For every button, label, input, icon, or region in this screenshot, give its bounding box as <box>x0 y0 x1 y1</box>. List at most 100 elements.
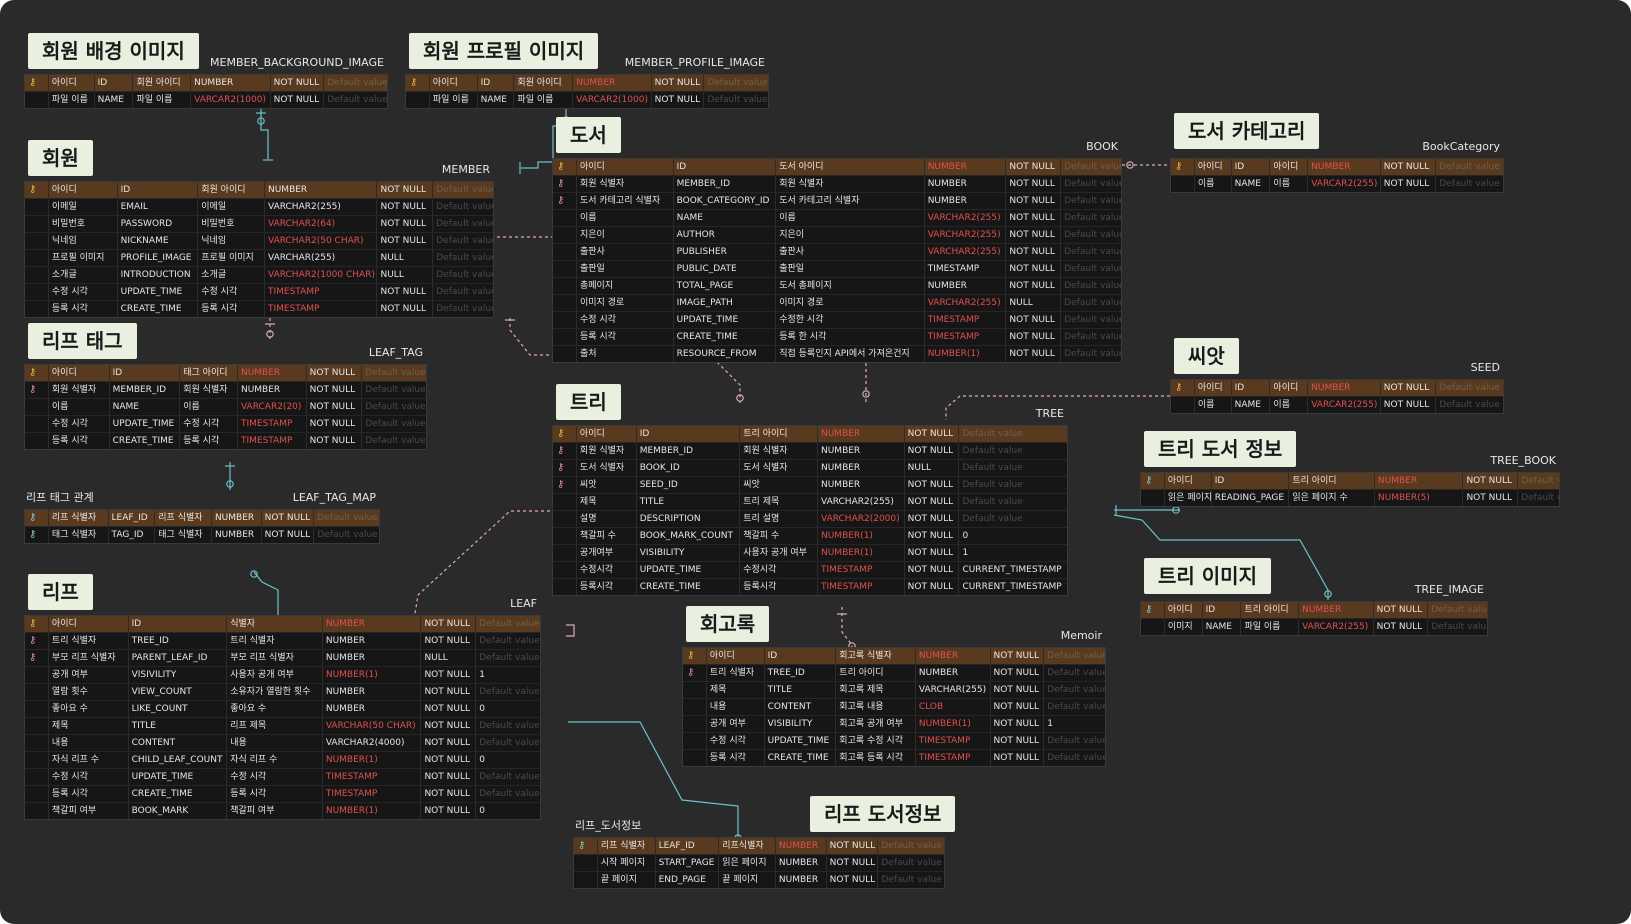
column-row[interactable]: 열람 횟수 VIEW_COUNT 소유자가 열람한 횟수 NUMBER NOT NULL… <box>25 683 540 700</box>
column-row[interactable]: 시작 페이지 START_PAGE 읽은 페이지 NUMBER NOT NULL Defa… <box>574 854 944 871</box>
column-row[interactable]: 이름 NAME 이름 VARCAR2(255) NOT NULL Default valu… <box>1171 396 1503 413</box>
column-row[interactable]: 출판일 PUBLIC_DATE 출판일 TIMESTAMP NOT NULL Defaul… <box>553 260 1121 277</box>
entity-label: 씨앗 <box>1174 338 1239 374</box>
column-row[interactable]: 이메일 EMAIL 이메일 VARCHAR2(255) NOT NULL Default … <box>25 198 493 215</box>
column-row[interactable]: 이름 NAME 이름 VARCAR2(20) NOT NULL Default value <box>25 398 426 415</box>
column-row[interactable]: 제목 TITLE 회고록 제목 VARCHAR(255) NOT NULL Default… <box>683 681 1105 698</box>
table-leaf[interactable]: LEAF ⚷ 아이디 ID 식별자 NUMBER NOT NULL Default value… <box>24 593 541 820</box>
cell-logical: 등록 시각 <box>49 786 129 802</box>
primary-foreign-key-icon: ⚷ <box>574 838 598 854</box>
cell-logical: 이미지 <box>1165 619 1203 635</box>
column-row[interactable]: 공개 여부 VISIBILITY 회고록 공개 여부 NUMBER(1) NOT NUL… <box>683 715 1105 732</box>
column-list: ⚷ 아이디 ID 식별자 NUMBER NOT NULL Default value ⚷ 트리 … <box>24 615 541 820</box>
table-book[interactable]: BOOK ⚷ 아이디 ID 도서 아이디 NUMBER NOT NULL Default va… <box>552 136 1122 363</box>
column-row[interactable]: ⚷ 아이디 ID 식별자 NUMBER NOT NULL Default value <box>25 616 540 632</box>
table-leaf-tag-map[interactable]: LEAF_TAG_MAP 리프 태그 관계 ⚷ 리프 식별자 LEAF_ID 리프 식별자… <box>24 487 380 544</box>
column-row[interactable]: 이미지 NAME 파일 이름 VARCAR2(255) NOT NULL Default … <box>1141 618 1487 635</box>
column-row[interactable]: ⚷ 리프 식별자 LEAF_ID 리프식별자 NUMBER NOT NULL Default… <box>574 838 944 854</box>
column-row[interactable]: 이름 NAME 이름 VARCHAR2(255) NOT NULL Default val… <box>553 209 1121 226</box>
column-row[interactable]: 수정시각 UPDATE_TIME 수정시각 TIMESTAMP NOT NULL CURR… <box>553 561 1067 578</box>
column-row[interactable]: 이름 NAME 이름 VARCAR2(255) NOT NULL Default valu… <box>1171 175 1503 192</box>
column-row[interactable]: 이미지 경로 IMAGE_PATH 이미지 경로 VARCHAR2(255) NULL D… <box>553 294 1121 311</box>
column-row[interactable]: ⚷ 아이디 ID 아이디 NUMBER NOT NULL Default value <box>1171 380 1503 396</box>
rel-circle <box>1172 506 1180 514</box>
column-row[interactable]: ⚷ 아이디 ID 아이디 NUMBER NOT NULL Default value <box>1171 159 1503 175</box>
column-row[interactable]: 수정 시각 UPDATE_TIME 수정 시각 TIMESTAMP NOT NULL De… <box>25 283 493 300</box>
column-row[interactable]: ⚷ 트리 식별자 TREE_ID 트리 식별자 NUMBER NOT NULL Defaul… <box>25 632 540 649</box>
column-row[interactable]: 지은이 AUTHOR 지은이 VARCHAR2(255) NOT NULL Default… <box>553 226 1121 243</box>
column-row[interactable]: ⚷ 씨앗 SEED_ID 씨앗 NUMBER NOT NULL Default value <box>553 476 1067 493</box>
column-row[interactable]: 수정 시각 UPDATE_TIME 회고록 수정 시각 TIMESTAMP NOT NU… <box>683 732 1105 749</box>
column-row[interactable]: ⚷ 회원 식별자 MEMBER_ID 회원 식별자 NUMBER NOT NULL Defa… <box>553 442 1067 459</box>
column-row[interactable]: ⚷ 아이디 ID 도서 아이디 NUMBER NOT NULL Default value <box>553 159 1121 175</box>
column-row[interactable]: 수정 시각 UPDATE_TIME 수정 시각 TIMESTAMP NOT NULL De… <box>25 768 540 785</box>
column-row[interactable]: 끝 페이지 END_PAGE 끝 페이지 NUMBER NOT NULL Default … <box>574 871 944 888</box>
column-row[interactable]: 닉네임 NICKNAME 닉네임 VARCHAR2(50 CHAR) NOT NULL D… <box>25 232 493 249</box>
column-row[interactable]: 공개 여부 VISIVILITY 사용자 공개 여부 NUMBER(1) NOT NUL… <box>25 666 540 683</box>
cell-null: NOT NULL <box>905 443 960 459</box>
cell-default: Default value <box>327 95 387 105</box>
column-list: ⚷ 리프 식별자 LEAF_ID 리프 식별자 NUMBER NOT NULL Defaul… <box>24 509 380 544</box>
cell-null: NOT NULL <box>421 633 477 649</box>
empty-icon-slot <box>25 399 49 415</box>
column-row[interactable]: ⚷아이디ID트리 아이디NUMBERNOT NULLDefault value <box>553 426 1067 442</box>
column-row[interactable]: ⚷아이디ID트리 아이디NUMBERNOT NULLDefault value <box>1141 602 1487 618</box>
column-row[interactable]: 책갈피 여부 BOOK_MARK 책갈피 여부 NUMBER(1) NOT NULL 0 <box>25 802 540 819</box>
column-row[interactable]: 소개글 INTRODUCTION 소개글 VARCHAR2(1000 CHAR) NUL… <box>25 266 493 283</box>
column-row[interactable]: 등록 시각 CREATE_TIME 등록 시각 TIMESTAMP NOT NULL De… <box>25 300 493 317</box>
cell-comment: 등록 시각 <box>180 433 238 449</box>
cell-default: Default value <box>1439 400 1500 410</box>
table-physical-name: BOOK <box>1086 140 1118 153</box>
column-row[interactable]: 자식 리프 수 CHILD_LEAF_COUNT 자식 리프 수 NUMBER(1) N… <box>25 751 540 768</box>
column-row[interactable]: ⚷ 도서 카테고리 식별자 BOOK_CATEGORY_ID 도서 카테고리 식별자 N… <box>553 192 1121 209</box>
column-row[interactable]: 프로필 이미지 PROFILE_IMAGE 프로필 이미지 VARCHAR(255) N… <box>25 249 493 266</box>
column-row[interactable]: 읽은 페이지 수READING_PAGE읽은 페이지 수NUMBER(5)NOT… <box>1141 489 1559 506</box>
column-row[interactable]: 파일 이름 NAME 파일 이름 VARCAR2(1000) NOT NULL Defau… <box>406 91 768 108</box>
column-row[interactable]: 내용 CONTENT 회고록 내용 CLOB NOT NULL Default value <box>683 698 1105 715</box>
column-row[interactable]: ⚷ 아이디 ID 회원 아이디 NUMBER NOT NULL Default value <box>25 182 493 198</box>
column-row[interactable]: 비밀번호 PASSWORD 비밀번호 VARCHAR2(64) NOT NULL Defa… <box>25 215 493 232</box>
column-row[interactable]: 책갈피 수 BOOK_MARK_COUNT 책갈피 수 NUMBER(1) NOT NU… <box>553 527 1067 544</box>
cell-physical: ID <box>1232 380 1271 396</box>
cell-type: NUMBER <box>818 426 905 442</box>
column-row[interactable]: 수정 시각 UPDATE_TIME 수정한 시각 TIMESTAMP NOT NULL D… <box>553 311 1121 328</box>
table-tree[interactable]: TREE ⚷ 아이디 ID 트리 아이디 NUMBER NOT NULL Default va… <box>552 403 1068 596</box>
column-row[interactable]: 설명 DESCRIPTION 트리 설명 VARCHAR2(2000) NOT NULL… <box>553 510 1067 527</box>
column-row[interactable]: ⚷아이디ID트리 아이디NUMBERNOT NULLDefault value <box>1141 473 1559 489</box>
cell-comment: 회고록 제목 <box>836 682 916 698</box>
table-member[interactable]: MEMBER ⚷ 아이디 ID 회원 아이디 NUMBER NOT NULL Default … <box>24 159 494 318</box>
column-row[interactable]: 좋아요 수 LIKE_COUNT 좋아요 수 NUMBER NOT NULL 0 <box>25 700 540 717</box>
column-row[interactable]: ⚷ 태그 식별자 TAG_ID 태그 식별자 NUMBER NOT NULL Default… <box>25 526 379 543</box>
column-row[interactable]: 제목 TITLE 리프 제목 VARCHAR(50 CHAR) NOT NULL Defa… <box>25 717 540 734</box>
column-row[interactable]: 공개여부 VISIBILITY 사용자 공개 여부 NUMBER(1) NOT NULL… <box>553 544 1067 561</box>
column-row[interactable]: 등록 시각 CREATE_TIME 등록 시각 TIMESTAMP NOT NULL De… <box>25 432 426 449</box>
cell-comment: 읽은 페이지 수 <box>1289 490 1375 506</box>
column-row[interactable]: 내용 CONTENT 내용 VARCHAR2(4000) NOT NULL Default… <box>25 734 540 751</box>
table-memoir[interactable]: Memoir ⚷ 아이디 ID 회고록 식별자 NUMBER NOT NULL Default… <box>682 625 1106 767</box>
column-row[interactable]: ⚷ 아이디 ID 태그 아이디 NUMBER NOT NULL Default value <box>25 365 426 381</box>
column-row[interactable]: ⚷ 아이디 ID 회원 아이디 NUMBER NOT NULL Default value <box>25 75 387 91</box>
column-row[interactable]: ⚷ 회원 식별자 MEMBER_ID 회원 식별자 NUMBER NOT NULL Defa… <box>553 175 1121 192</box>
column-row[interactable]: 등록시각 CREATE_TIME 등록시각 TIMESTAMP NOT NULL CURR… <box>553 578 1067 595</box>
column-row[interactable]: 등록 시각 CREATE_TIME 등록 시각 TIMESTAMP NOT NULL De… <box>25 785 540 802</box>
empty-icon-slot <box>25 250 49 266</box>
column-row[interactable]: 제목 TITLE 트리 제목 VARCHAR2(255) NOT NULL Default… <box>553 493 1067 510</box>
column-row[interactable]: ⚷ 부모 리프 식별자 PARENT_LEAF_ID 부모 리프 식별자 NUMBER N… <box>25 649 540 666</box>
empty-icon-slot <box>1141 490 1165 506</box>
column-row[interactable]: ⚷ 리프 식별자 LEAF_ID 리프 식별자 NUMBER NOT NULL Defaul… <box>25 510 379 526</box>
column-row[interactable]: 출처 RESOURCE_FROM 직접 등록인지 API에서 가져온건지 NUMBER… <box>553 345 1121 362</box>
column-row[interactable]: 등록 시각 CREATE_TIME 등록 한 시각 TIMESTAMP NOT NULL… <box>553 328 1121 345</box>
cell-default: Default value <box>1064 179 1122 189</box>
column-row[interactable]: 등록 시각 CREATE_TIME 회고록 등록 시각 TIMESTAMP NOT NU… <box>683 749 1105 766</box>
cell-comment: 리프 식별자 <box>155 510 212 526</box>
column-row[interactable]: 수정 시각 UPDATE_TIME 수정 시각 TIMESTAMP NOT NULL De… <box>25 415 426 432</box>
column-row[interactable]: ⚷ 아이디 ID 회고록 식별자 NUMBER NOT NULL Default value <box>683 648 1105 664</box>
column-row[interactable]: ⚷ 회원 식별자 MEMBER_ID 회원 식별자 NUMBER NOT NULL Defa… <box>25 381 426 398</box>
column-row[interactable]: 파일 이름 NAME 파일 이름 VARCAR2(1000) NOT NULL Defau… <box>25 91 387 108</box>
cell-comment: 파일 이름 <box>133 92 192 108</box>
column-row[interactable]: ⚷ 트리 식별자 TREE_ID 트리 아이디 NUMBER NOT NULL Defaul… <box>683 664 1105 681</box>
column-row[interactable]: ⚷ 아이디 ID 회원 아이디 NUMBER NOT NULL Default value <box>406 75 768 91</box>
column-row[interactable]: 출판사 PUBLISHER 출판사 VARCHAR2(255) NOT NULL Defa… <box>553 243 1121 260</box>
column-row[interactable]: ⚷ 도서 식별자 BOOK_ID 도서 식별자 NUMBER NULL Default va… <box>553 459 1067 476</box>
column-row[interactable]: 총페이지 TOTAL_PAGE 도서 총페이지 NUMBER NOT NULL Defau… <box>553 277 1121 294</box>
